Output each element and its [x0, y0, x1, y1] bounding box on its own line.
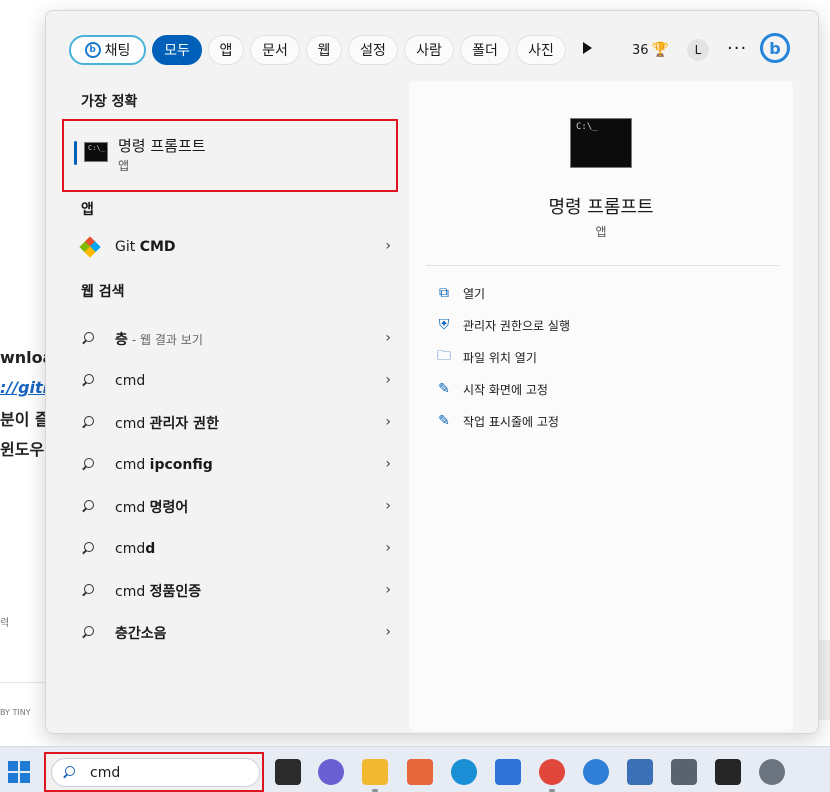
- filter-folders[interactable]: 폴더: [460, 35, 510, 65]
- command-prompt-icon: C:\_: [570, 118, 632, 168]
- web-result-item[interactable]: cmdd ›: [81, 531, 391, 567]
- file-explorer-icon[interactable]: [362, 759, 388, 785]
- selection-indicator: [74, 141, 77, 165]
- web-search-header: 웹 검색: [81, 284, 125, 300]
- bg-text-line3: 분이 즐: [0, 410, 50, 429]
- terminal-icon[interactable]: [715, 759, 741, 785]
- bg-text-line4: 윈도우: [0, 440, 45, 459]
- taskbar-search-highlight: cmd: [44, 752, 264, 792]
- search-icon: [81, 500, 95, 514]
- filter-people[interactable]: 사람: [404, 35, 454, 65]
- filter-apps[interactable]: 앱: [208, 35, 244, 65]
- chevron-right-icon[interactable]: ›: [385, 540, 391, 556]
- taskbar-search-input[interactable]: cmd: [51, 758, 260, 787]
- web-result-item[interactable]: 층- 웹 결과 보기 ›: [81, 321, 391, 357]
- command-prompt-icon: C:\_: [84, 142, 108, 162]
- filter-web[interactable]: 웹: [306, 35, 342, 65]
- more-options-icon[interactable]: ···: [727, 38, 747, 59]
- bg-strip: [819, 640, 830, 720]
- filter-settings[interactable]: 설정: [348, 35, 398, 65]
- action-open[interactable]: ⧉ 열기: [436, 281, 485, 305]
- folder-icon: 🗀: [437, 348, 451, 364]
- network-app-icon[interactable]: [627, 759, 653, 785]
- detail-title: 명령 프롬프트: [548, 197, 654, 218]
- search-icon: [81, 626, 95, 640]
- chevron-right-icon[interactable]: ›: [385, 456, 391, 472]
- rewards-points-value: 36: [632, 42, 649, 58]
- filter-chat[interactable]: b 채팅: [69, 35, 146, 65]
- teams-chat-icon[interactable]: [318, 759, 344, 785]
- edge-icon[interactable]: [451, 759, 477, 785]
- chevron-right-icon[interactable]: ›: [385, 238, 391, 254]
- results-list: 가장 정확 C:\_ 명령 프롬프트 앱 앱 Git CMD › 웹 검색 층 …: [46, 81, 408, 731]
- web-result-item[interactable]: cmd 정품인증 ›: [81, 573, 391, 609]
- best-match-title: 명령 프롬프트: [118, 137, 206, 155]
- bing-chat-icon: b: [84, 42, 101, 58]
- git-icon: [79, 236, 103, 258]
- chevron-right-icon[interactable]: ›: [385, 498, 391, 514]
- bing-app-icon[interactable]: [583, 759, 609, 785]
- store-icon[interactable]: [495, 759, 521, 785]
- filter-documents[interactable]: 문서: [250, 35, 300, 65]
- chevron-right-icon[interactable]: ›: [385, 624, 391, 640]
- web-result-item[interactable]: cmd ipconfig ›: [81, 447, 391, 483]
- chevron-right-icon[interactable]: ›: [385, 414, 391, 430]
- search-icon: [81, 542, 95, 556]
- search-icon: [81, 458, 95, 472]
- shield-icon: ⛨: [438, 317, 450, 333]
- divider: [426, 265, 779, 266]
- apps-header: 앱: [81, 202, 94, 218]
- app-item-git-cmd[interactable]: Git CMD ›: [79, 229, 391, 265]
- chrome-icon[interactable]: [539, 759, 565, 785]
- pin-icon: ✎: [438, 381, 450, 397]
- filter-chat-label: 채팅: [104, 43, 131, 59]
- search-panel: b 채팅 모두 앱 문서 웹 설정 사람 폴더 사진 36 🏆 L ··· b …: [45, 10, 819, 734]
- photos-app-icon[interactable]: [407, 759, 433, 785]
- bg-text-powered: BY TINY: [0, 708, 31, 717]
- web-result-item[interactable]: cmd 명령어 ›: [81, 489, 391, 525]
- search-icon: [81, 584, 95, 598]
- calculator-icon[interactable]: [671, 759, 697, 785]
- filter-all[interactable]: 모두: [152, 35, 202, 65]
- bing-icon[interactable]: b: [760, 33, 790, 63]
- action-pin-to-start[interactable]: ✎ 시작 화면에 고정: [436, 377, 548, 401]
- best-match-header: 가장 정확: [81, 94, 138, 110]
- chevron-right-icon[interactable]: ›: [385, 582, 391, 598]
- web-result-item[interactable]: cmd 관리자 권한 ›: [81, 405, 391, 441]
- open-external-icon: ⧉: [439, 285, 449, 301]
- action-run-as-admin[interactable]: ⛨ 관리자 권한으로 실행: [436, 313, 570, 337]
- task-view-icon[interactable]: [275, 759, 301, 785]
- search-icon: [62, 765, 76, 780]
- settings-gear-icon[interactable]: [759, 759, 785, 785]
- web-result-item[interactable]: cmd ›: [81, 363, 391, 399]
- search-icon: [81, 374, 95, 388]
- detail-pane: C:\_ 명령 프롬프트 앱 ⧉ 열기 ⛨ 관리자 권한으로 실행 🗀 파일 위…: [409, 81, 793, 731]
- taskbar-search-value: cmd: [90, 764, 121, 781]
- filter-bar: b 채팅 모두 앱 문서 웹 설정 사람 폴더 사진 36 🏆 L ··· b: [46, 11, 818, 81]
- taskbar: cmd: [0, 746, 830, 792]
- web-result-item[interactable]: 층간소음 ›: [81, 615, 391, 651]
- app-item-label: Git CMD: [115, 239, 176, 255]
- more-filters-arrow-icon[interactable]: [583, 42, 592, 54]
- chevron-right-icon[interactable]: ›: [385, 330, 391, 346]
- windows-start-icon[interactable]: [8, 761, 30, 783]
- action-open-file-location[interactable]: 🗀 파일 위치 열기: [436, 345, 537, 369]
- detail-subtitle: 앱: [595, 225, 607, 239]
- best-match-subtitle: 앱: [118, 159, 130, 173]
- search-icon: [81, 416, 95, 430]
- chevron-right-icon[interactable]: ›: [385, 372, 391, 388]
- pin-icon: ✎: [438, 413, 450, 429]
- bg-text-input: 력: [0, 618, 10, 629]
- search-icon: [81, 332, 95, 346]
- rewards-points[interactable]: 36 🏆: [632, 42, 669, 58]
- filter-photos[interactable]: 사진: [516, 35, 566, 65]
- avatar[interactable]: L: [687, 39, 709, 61]
- action-pin-to-taskbar[interactable]: ✎ 작업 표시줄에 고정: [436, 409, 559, 433]
- best-match-item[interactable]: C:\_ 명령 프롬프트 앱: [62, 119, 398, 192]
- trophy-icon: 🏆: [651, 42, 669, 58]
